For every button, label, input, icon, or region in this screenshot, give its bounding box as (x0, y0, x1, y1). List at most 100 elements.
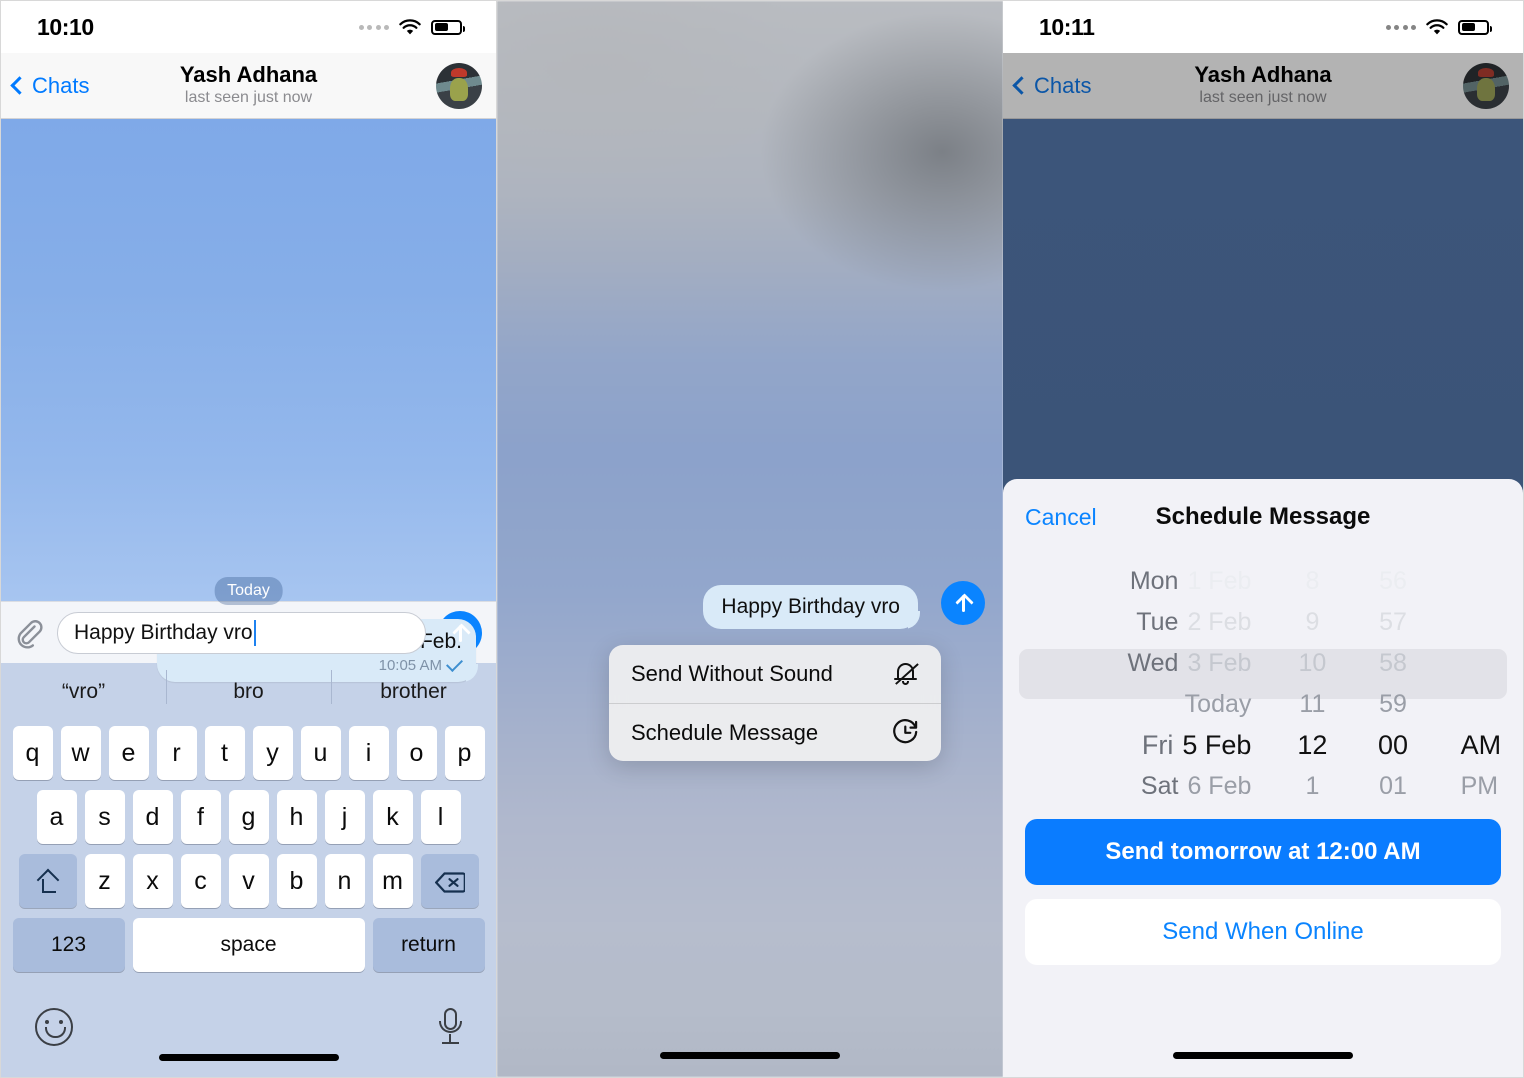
key-v[interactable]: v (228, 854, 269, 908)
send-button[interactable] (941, 581, 985, 625)
key-u[interactable]: u (300, 726, 341, 780)
picker-row[interactable]: Today (1003, 684, 1273, 725)
backspace-key[interactable] (420, 854, 479, 908)
avatar[interactable] (1463, 62, 1509, 109)
picker-row-selected[interactable]: Fri 5 Feb (1003, 725, 1273, 766)
home-indicator (158, 1054, 339, 1061)
picker-row[interactable]: 9 (1273, 602, 1351, 643)
compose-preview-bubble: Happy Birthday vro (703, 585, 920, 629)
status-bar: 10:10 (1, 1, 496, 53)
key-n[interactable]: n (324, 854, 365, 908)
shift-key[interactable] (18, 854, 77, 908)
picker-column-minute[interactable]: 56 57 58 59 00 01 02 03 (1351, 561, 1434, 805)
picker-row[interactable]: 56 (1351, 561, 1434, 602)
status-time: 10:11 (1039, 13, 1095, 40)
send-when-online-button[interactable]: Send When Online (1025, 899, 1501, 965)
key-q[interactable]: q (12, 726, 53, 780)
key-d[interactable]: d (132, 790, 173, 844)
picker-row[interactable]: 58 (1351, 643, 1434, 684)
keyboard-bottom-bar (1, 977, 496, 1077)
picker-dow: Fri (1141, 730, 1174, 760)
picker-column-ampm[interactable]: AM PM (1435, 561, 1523, 805)
cancel-button[interactable]: Cancel (1025, 504, 1097, 531)
keyboard-row-4: 123 space return (1, 913, 496, 977)
wifi-icon (398, 18, 422, 36)
status-bar: 10:11 (1003, 1, 1523, 53)
microphone-icon[interactable] (438, 1008, 462, 1046)
picker-row[interactable]: 11 (1273, 684, 1351, 725)
paperclip-icon[interactable] (11, 616, 45, 650)
return-key[interactable]: return (372, 918, 485, 972)
key-o[interactable]: o (396, 726, 437, 780)
message-input[interactable]: Happy Birthday vro (57, 611, 426, 654)
suggestion-2[interactable]: brother (331, 670, 496, 704)
picker-row[interactable]: 57 (1351, 602, 1434, 643)
menu-item-label: Schedule Message (631, 719, 819, 745)
key-r[interactable]: r (156, 726, 197, 780)
key-g[interactable]: g (228, 790, 269, 844)
picker-column-hour[interactable]: 8 9 10 11 12 1 2 3 (1273, 561, 1351, 805)
shift-icon (38, 870, 58, 893)
chat-area: Today Will go for movies on 12th Feb. 10… (1, 119, 496, 683)
send-arrow-icon (954, 594, 972, 612)
key-f[interactable]: f (180, 790, 221, 844)
space-key[interactable]: space (132, 918, 365, 972)
signal-dots-icon (1385, 24, 1416, 30)
picker-dow: Mon (1129, 567, 1179, 595)
avatar[interactable] (436, 62, 482, 109)
key-e[interactable]: e (108, 726, 149, 780)
picker-row[interactable]: 8 (1273, 561, 1351, 602)
picker-row[interactable]: Mon 1 Feb (1003, 561, 1273, 602)
send-arrow-icon (451, 624, 469, 642)
phone-panel-compose: 10:10 Chats Yash Adhana last seen just n… (0, 0, 497, 1078)
key-h[interactable]: h (276, 790, 317, 844)
key-k[interactable]: k (372, 790, 413, 844)
picker-column-date[interactable]: Mon 1 Feb Tue 2 Feb Wed 3 Feb Today Fri 5 Fe… (1003, 561, 1273, 805)
picker-row-selected[interactable]: AM (1435, 725, 1523, 766)
suggestion-1[interactable]: bro (166, 670, 331, 704)
key-b[interactable]: b (276, 854, 317, 908)
picker-row[interactable]: 59 (1351, 684, 1434, 725)
key-y[interactable]: y (252, 726, 293, 780)
key-c[interactable]: c (180, 854, 221, 908)
key-l[interactable]: l (420, 790, 461, 844)
key-w[interactable]: w (60, 726, 101, 780)
message-time: 10:05 AM (378, 657, 442, 675)
picker-day: 6 Feb (1187, 772, 1252, 800)
key-m[interactable]: m (372, 854, 413, 908)
key-i[interactable]: i (348, 726, 389, 780)
picker-row[interactable]: PM (1435, 766, 1523, 805)
status-indicators (358, 18, 465, 36)
picker-row[interactable]: Tue 2 Feb (1003, 602, 1273, 643)
key-x[interactable]: x (132, 854, 173, 908)
key-j[interactable]: j (324, 790, 365, 844)
picker-day: 2 Feb (1187, 608, 1252, 636)
menu-item-schedule-message[interactable]: Schedule Message (609, 703, 941, 761)
picker-row[interactable]: Wed 3 Feb (1003, 643, 1273, 684)
suggestion-0[interactable]: “vro” (1, 680, 166, 704)
send-tomorrow-button[interactable]: Send tomorrow at 12:00 AM (1025, 819, 1501, 885)
picker-day: Today (1184, 690, 1252, 718)
picker-row[interactable]: Sat 6 Feb (1003, 766, 1273, 805)
back-to-chats-button[interactable]: Chats (1012, 73, 1091, 99)
key-z[interactable]: z (84, 854, 125, 908)
key-p[interactable]: p (444, 726, 485, 780)
key-a[interactable]: a (36, 790, 77, 844)
picker-row[interactable]: 10 (1273, 643, 1351, 684)
picker-dow: Wed (1127, 649, 1179, 677)
picker-row-selected[interactable]: 12 (1273, 725, 1351, 766)
back-to-chats-button[interactable]: Chats (10, 73, 89, 99)
key-s[interactable]: s (84, 790, 125, 844)
menu-item-send-without-sound[interactable]: Send Without Sound (609, 645, 941, 703)
numbers-key[interactable]: 123 (12, 918, 125, 972)
phone-panel-context-menu: Happy Birthday vro Send Without Sound Sc… (497, 0, 1003, 1078)
bubble-tail (908, 611, 924, 629)
key-t[interactable]: t (204, 726, 245, 780)
chevron-left-icon (10, 76, 29, 95)
picker-row[interactable]: 01 (1351, 766, 1434, 805)
emoji-icon[interactable] (35, 1008, 73, 1046)
signal-dots-icon (358, 24, 389, 30)
picker-row-selected[interactable]: 00 (1351, 725, 1434, 766)
picker-row[interactable]: 1 (1273, 766, 1351, 805)
datetime-picker[interactable]: Mon 1 Feb Tue 2 Feb Wed 3 Feb Today Fri 5 Fe… (1003, 555, 1523, 805)
